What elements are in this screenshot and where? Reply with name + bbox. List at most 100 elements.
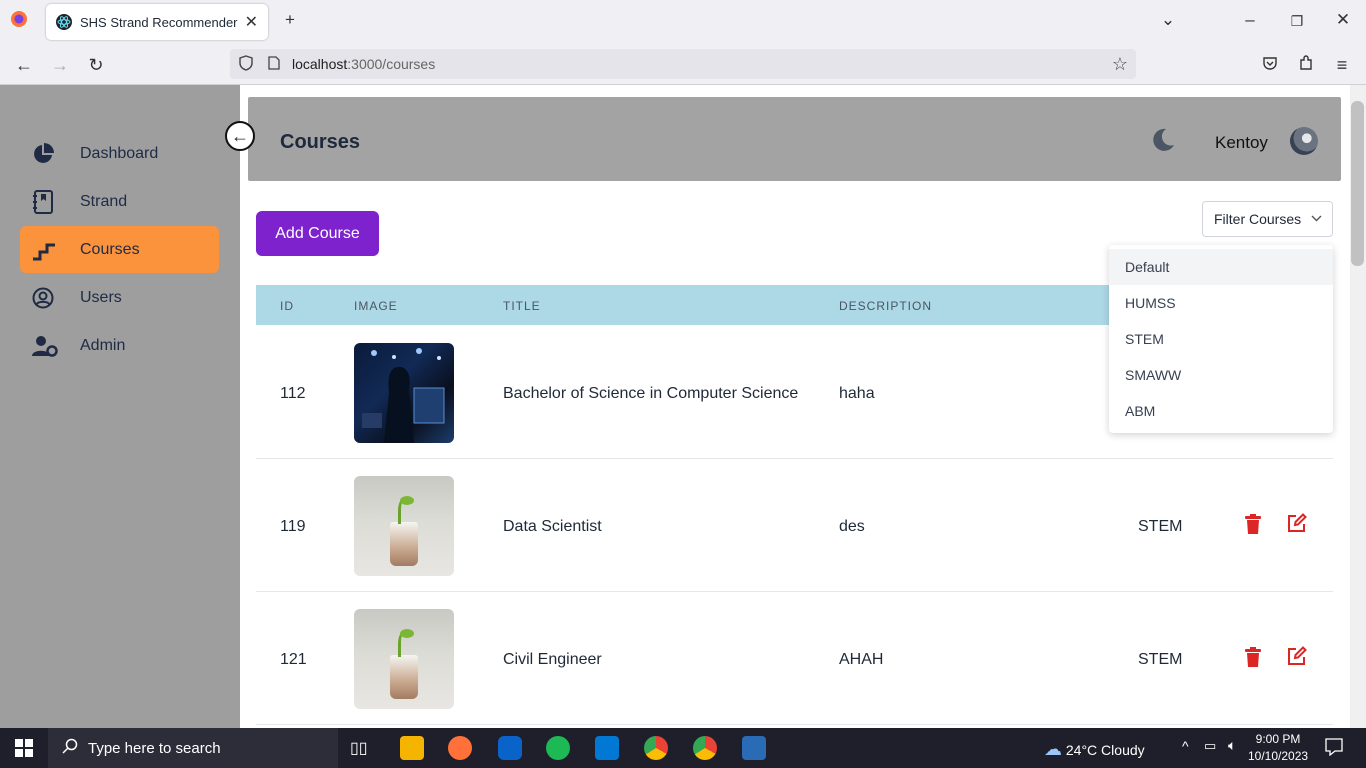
filter-courses-select[interactable]: Filter Courses	[1202, 201, 1333, 237]
vscode-icon[interactable]	[595, 736, 619, 760]
clock-date: 10/10/2023	[1248, 749, 1309, 763]
filter-option-abm[interactable]: ABM	[1109, 393, 1333, 429]
task-view-icon[interactable]: ▯▯	[350, 738, 368, 758]
user-circle-icon	[20, 287, 64, 309]
edit-icon[interactable]	[1287, 646, 1307, 671]
column-header: DESCRIPTION	[839, 299, 933, 313]
bookmark-star-icon[interactable]: ☆	[1112, 54, 1128, 75]
search-placeholder: Type here to search	[88, 739, 221, 757]
extensions-icon[interactable]	[1294, 55, 1318, 76]
shield-icon[interactable]	[230, 54, 262, 74]
filter-label: Filter Courses	[1214, 211, 1302, 227]
page-icon	[262, 55, 286, 73]
column-header: ID	[280, 299, 294, 313]
page-header: Courses Kentoy	[248, 97, 1341, 181]
user-gear-icon	[20, 335, 64, 357]
firefox-icon[interactable]	[7, 10, 31, 33]
course-id: 121	[280, 651, 307, 668]
sidebar-item-label: Dashboard	[80, 144, 159, 162]
menu-icon[interactable]: ≡	[1330, 55, 1354, 76]
course-title: Bachelor of Science in Computer Science	[503, 385, 799, 402]
system-clock[interactable]: 9:00 PM 10/10/2023	[1248, 731, 1308, 765]
close-tab-icon[interactable]: ✕	[245, 12, 258, 32]
course-title: Data Scientist	[503, 518, 602, 535]
list-tabs-icon[interactable]: ⌄	[1156, 10, 1180, 30]
course-image	[354, 609, 454, 709]
forward-icon[interactable]: →	[48, 55, 72, 76]
weather-widget[interactable]: ☁ 24°C Cloudy	[1044, 739, 1145, 760]
filter-option-smaww[interactable]: SMAWW	[1109, 357, 1333, 393]
restore-icon[interactable]: ❐	[1285, 13, 1309, 30]
sidebar-item-users[interactable]: Users	[20, 274, 219, 321]
filter-option-default[interactable]: Default	[1109, 249, 1333, 285]
windows-start-icon[interactable]	[15, 739, 33, 760]
filter-option-stem[interactable]: STEM	[1109, 321, 1333, 357]
file-explorer-icon[interactable]	[400, 736, 424, 760]
react-icon	[56, 14, 72, 30]
sidebar: Dashboard Strand Courses Users Admin	[0, 85, 240, 728]
edit-icon[interactable]	[1287, 513, 1307, 538]
back-icon[interactable]: ←	[12, 55, 36, 76]
sidebar-item-strand[interactable]: Strand	[20, 178, 219, 225]
course-image	[354, 476, 454, 576]
url-path: :3000/courses	[347, 56, 436, 72]
username: Kentoy	[1215, 133, 1268, 152]
browser-tab[interactable]: SHS Strand Recommender ✕	[46, 4, 268, 40]
column-header: IMAGE	[354, 299, 398, 313]
trash-icon[interactable]	[1245, 647, 1261, 672]
chrome-icon[interactable]	[644, 736, 668, 760]
add-course-button[interactable]: Add Course	[256, 211, 379, 256]
address-bar[interactable]: localhost:3000/courses ☆	[230, 49, 1136, 79]
table-row: 121 Civil Engineer AHAH STEM	[256, 592, 1333, 725]
course-description: des	[839, 518, 865, 535]
search-icon	[62, 738, 78, 758]
sidebar-item-admin[interactable]: Admin	[20, 322, 219, 369]
windows-taskbar: Type here to search ▯▯ ☁ 24°C Cloudy ^ ▭…	[0, 728, 1366, 768]
show-hidden-icons-icon[interactable]: ^	[1182, 738, 1189, 754]
page-title: Courses	[280, 131, 361, 153]
course-id: 112	[280, 385, 306, 402]
firefox-taskbar-icon[interactable]	[448, 736, 472, 760]
moon-icon[interactable]	[1150, 127, 1176, 158]
sidebar-item-label: Admin	[80, 336, 126, 354]
minimize-icon[interactable]: –	[1238, 10, 1262, 30]
course-description: haha	[839, 385, 875, 402]
scrollbar-thumb[interactable]	[1351, 101, 1364, 266]
mysql-workbench-icon[interactable]	[742, 736, 766, 760]
tab-title: SHS Strand Recommender	[80, 14, 238, 30]
url-host: localhost	[292, 56, 348, 72]
window-close-icon[interactable]: ✕	[1331, 10, 1355, 30]
course-image	[354, 343, 454, 443]
bing-icon[interactable]	[498, 736, 522, 760]
chevron-down-icon	[1311, 213, 1322, 225]
course-strand: STEM	[1138, 518, 1183, 535]
sidebar-item-label: Courses	[80, 240, 140, 258]
book-icon	[20, 189, 64, 214]
pocket-icon[interactable]	[1258, 55, 1282, 76]
notifications-icon[interactable]	[1325, 738, 1343, 759]
sidebar-item-label: Strand	[80, 192, 128, 210]
taskbar-search-box[interactable]: Type here to search	[48, 728, 338, 768]
course-description: AHAH	[839, 651, 884, 668]
filter-dropdown-menu: Default HUMSS STEM SMAWW ABM	[1109, 245, 1333, 433]
network-icon[interactable]: ▭	[1204, 738, 1216, 754]
browser-chrome: SHS Strand Recommender ✕ + ⌄ – ❐ ✕ ← → ↻…	[0, 0, 1366, 85]
column-header: TITLE	[503, 299, 541, 313]
volume-icon[interactable]: 🔈︎	[1228, 737, 1236, 754]
stairs-icon	[20, 239, 64, 261]
course-title: Civil Engineer	[503, 651, 602, 668]
chrome-profile-icon[interactable]	[693, 736, 717, 760]
reload-icon[interactable]: ↻	[84, 55, 108, 76]
avatar[interactable]	[1290, 127, 1318, 155]
trash-icon[interactable]	[1245, 514, 1261, 539]
weather-text: 24°C Cloudy	[1065, 742, 1145, 758]
cloud-icon: ☁	[1044, 739, 1062, 759]
new-tab-icon[interactable]: +	[278, 10, 302, 30]
collapse-sidebar-button[interactable]: ←	[225, 121, 255, 151]
course-strand: STEM	[1138, 651, 1183, 668]
sidebar-item-courses[interactable]: Courses	[20, 226, 219, 273]
sidebar-item-label: Users	[80, 288, 122, 306]
filter-option-humss[interactable]: HUMSS	[1109, 285, 1333, 321]
spotify-icon[interactable]	[546, 736, 570, 760]
sidebar-item-dashboard[interactable]: Dashboard	[20, 130, 219, 177]
